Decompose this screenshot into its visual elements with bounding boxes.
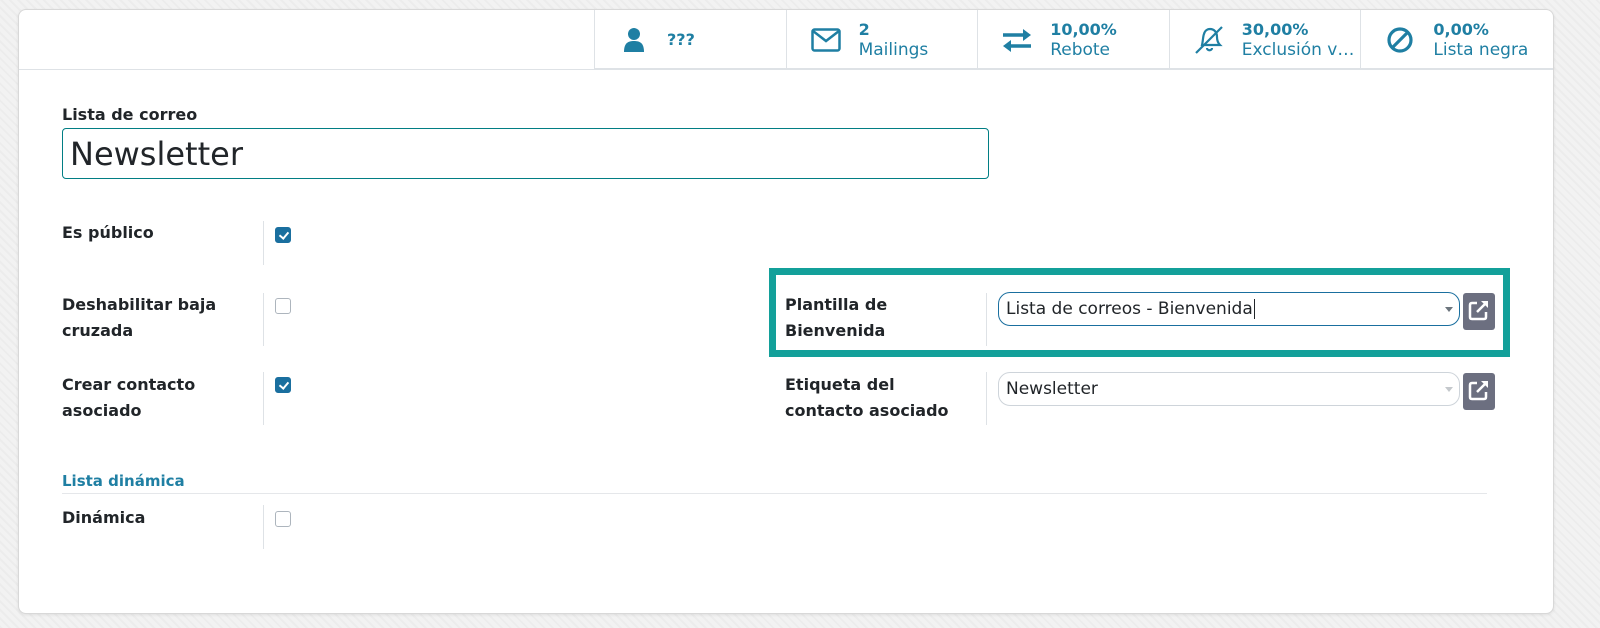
mailing-list-name-input[interactable]: Newsletter (62, 128, 989, 179)
is-public-checkbox[interactable] (275, 227, 291, 243)
dynamic-checkbox[interactable] (275, 511, 291, 527)
contact-tag-label: Etiqueta del contacto asociado (785, 372, 949, 424)
envelope-icon (809, 23, 843, 57)
is-public-label: Es público (62, 223, 154, 242)
contacts-stat-button[interactable]: ??? (594, 10, 786, 69)
disable-cross-unsub-label-line1: Deshabilitar baja (62, 295, 217, 314)
field-separator (986, 372, 987, 425)
field-separator (263, 372, 264, 425)
mailings-stat-value: 2 (858, 19, 870, 39)
contact-tag-label-line2: contacto asociado (785, 401, 949, 420)
stat-button-box: ??? 2 Mailings 10,00% Rebote 30,00% Excl… (594, 10, 1553, 69)
bounce-stat-value: 10,00% (1050, 19, 1117, 39)
mailings-stat-button[interactable]: 2 Mailings (785, 10, 978, 69)
create-contact-label: Crear contacto asociado (62, 372, 195, 424)
dynamic-section-title: Lista dinámica (62, 472, 185, 490)
contact-tag-value: Newsletter (1006, 379, 1098, 399)
mailings-stat-label: Mailings (858, 39, 929, 60)
opt-out-stat-label: Exclusión vo... (1241, 39, 1360, 60)
contact-tag-external-button[interactable] (1463, 373, 1495, 410)
contacts-stat-value: ??? (667, 29, 695, 49)
form-sheet: ??? 2 Mailings 10,00% Rebote 30,00% Excl… (18, 9, 1554, 614)
blacklist-stat-label: Lista negra (1433, 39, 1529, 60)
chevron-down-icon[interactable] (1445, 387, 1453, 392)
bounce-stat-label: Rebote (1050, 39, 1111, 60)
highlight-box (769, 268, 1510, 357)
create-contact-label-line2: asociado (62, 401, 142, 420)
bounce-stat-button[interactable]: 10,00% Rebote (977, 10, 1169, 69)
opt-out-stat-button[interactable]: 30,00% Exclusión vo... (1168, 10, 1361, 69)
opt-out-stat-value: 30,00% (1241, 19, 1309, 39)
external-link-icon (1468, 379, 1490, 405)
name-label: Lista de correo (62, 105, 198, 124)
field-separator (263, 293, 264, 346)
create-contact-label-line1: Crear contacto (62, 375, 196, 394)
contact-tag-label-line1: Etiqueta del (785, 375, 895, 394)
contact-tag-select[interactable]: Newsletter (998, 372, 1460, 406)
header-divider (19, 69, 1553, 70)
section-divider (62, 493, 1487, 494)
ban-icon (1383, 23, 1417, 57)
blacklist-stat-value: 0,00% (1433, 19, 1489, 39)
exchange-icon (1000, 23, 1034, 57)
create-contact-checkbox[interactable] (275, 377, 291, 393)
blacklist-stat-button[interactable]: 0,00% Lista negra (1360, 10, 1552, 69)
field-separator (263, 505, 264, 549)
bell-slash-icon (1192, 23, 1226, 57)
disable-cross-unsub-label-line2: cruzada (62, 321, 134, 340)
disable-cross-unsub-label: Deshabilitar baja cruzada (62, 292, 216, 344)
dynamic-label: Dinámica (62, 508, 146, 527)
disable-cross-unsub-checkbox[interactable] (275, 298, 291, 314)
user-icon (617, 23, 651, 57)
field-separator (263, 221, 264, 265)
